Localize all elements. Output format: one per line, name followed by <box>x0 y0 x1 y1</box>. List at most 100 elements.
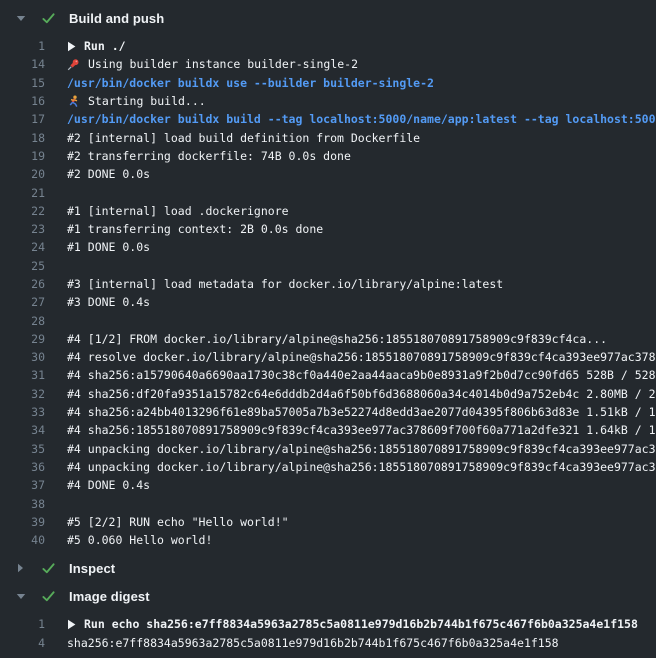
play-icon[interactable] <box>67 619 76 630</box>
log-text: #2 DONE 0.0s <box>67 167 150 181</box>
log-text-content: #3 DONE 0.4s <box>67 295 150 309</box>
section-title: Build and push <box>69 11 164 26</box>
line-number[interactable]: 26 <box>0 277 45 291</box>
line-number[interactable]: 31 <box>0 368 45 382</box>
line-number[interactable]: 23 <box>0 222 45 236</box>
log-text: #1 [internal] load .dockerignore <box>67 204 289 218</box>
log-text-content: #1 transferring context: 2B 0.0s done <box>67 222 323 236</box>
log-text: /usr/bin/docker buildx build --tag local… <box>67 112 656 126</box>
log-line: 40 #5 0.060 Hello world! <box>0 531 656 549</box>
line-number[interactable]: 1 <box>0 617 45 631</box>
log-text-content: #4 DONE 0.4s <box>67 478 150 492</box>
log-line: 1 Run echo sha256:e7ff8834a5963a2785c5a08… <box>0 615 656 633</box>
chevron-down-icon[interactable] <box>15 15 26 22</box>
workflow-log-viewer: Build and push1Run ./14Using builder ins… <box>0 0 656 658</box>
play-icon[interactable] <box>67 41 76 52</box>
log-text-content: #1 DONE 0.0s <box>67 240 150 254</box>
line-number[interactable]: 21 <box>0 186 45 200</box>
log-text: #4 sha256:df20fa9351a15782c64e6dddb2d4a6… <box>67 387 656 401</box>
log-text-content: Run echo sha256:e7ff8834a5963a2785c5a081… <box>84 617 638 631</box>
log-text: #1 transferring context: 2B 0.0s done <box>67 222 323 236</box>
log-line: 16 Starting build... <box>0 92 656 110</box>
line-number[interactable]: 18 <box>0 131 45 145</box>
log-line: 14 Using builder instance builder-single-… <box>0 55 656 73</box>
log-line: 27 #3 DONE 0.4s <box>0 293 656 311</box>
log-text: #4 unpacking docker.io/library/alpine@sh… <box>67 460 656 474</box>
line-number[interactable]: 29 <box>0 332 45 346</box>
log-text-content: #2 DONE 0.0s <box>67 167 150 181</box>
log-text-content: #4 unpacking docker.io/library/alpine@sh… <box>67 442 656 456</box>
log-text-content: #4 unpacking docker.io/library/alpine@sh… <box>67 460 656 474</box>
line-number[interactable]: 34 <box>0 423 45 437</box>
log-text-content: #1 [internal] load .dockerignore <box>67 204 289 218</box>
log-line: 15/usr/bin/docker buildx use --builder b… <box>0 74 656 92</box>
log-line: 22 #1 [internal] load .dockerignore <box>0 202 656 220</box>
line-number[interactable]: 40 <box>0 533 45 547</box>
line-number[interactable]: 25 <box>0 259 45 273</box>
line-number[interactable]: 39 <box>0 515 45 529</box>
section-header-image-digest[interactable]: Image digest <box>0 582 656 610</box>
log-text-content: #4 [1/2] FROM docker.io/library/alpine@s… <box>67 332 607 346</box>
line-number[interactable]: 17 <box>0 112 45 126</box>
log-line: 23 #1 transferring context: 2B 0.0s done <box>0 220 656 238</box>
log-text-content: #3 [internal] load metadata for docker.i… <box>67 277 503 291</box>
section-header-build-and-push[interactable]: Build and push <box>0 4 656 32</box>
log-line: 19 #2 transferring dockerfile: 74B 0.0s d… <box>0 147 656 165</box>
line-number[interactable]: 20 <box>0 167 45 181</box>
log-line: 1 Run ./ <box>0 37 656 55</box>
section-header-inspect[interactable]: Inspect <box>0 554 656 582</box>
log-text-content: #5 [2/2] RUN echo "Hello world!" <box>67 515 289 529</box>
log-text: Using builder instance builder-single-2 <box>67 57 358 71</box>
line-number[interactable]: 36 <box>0 460 45 474</box>
log-text: /usr/bin/docker buildx use --builder bui… <box>67 76 434 90</box>
log-text: #5 [2/2] RUN echo "Hello world!" <box>67 515 289 529</box>
log-text-content: #5 0.060 Hello world! <box>67 533 212 547</box>
line-number[interactable]: 30 <box>0 350 45 364</box>
line-number[interactable]: 15 <box>0 76 45 90</box>
section-title: Inspect <box>69 561 115 576</box>
log-text: #4 sha256:a15790640a6690aa1730c38cf0a440… <box>67 368 656 382</box>
log-text: #4 [1/2] FROM docker.io/library/alpine@s… <box>67 332 607 346</box>
line-number[interactable]: 28 <box>0 314 45 328</box>
section-title: Image digest <box>69 589 150 604</box>
log-line: 30 #4 resolve docker.io/library/alpine@sh… <box>0 348 656 366</box>
check-success-icon <box>41 561 56 576</box>
log-line: 32 #4 sha256:df20fa9351a15782c64e6dddb2d4… <box>0 385 656 403</box>
log-line: 18#2 [internal] load build definition fr… <box>0 128 656 146</box>
log-line: 34 #4 sha256:185518070891758909c9f839cf4c… <box>0 421 656 439</box>
log-line: 17/usr/bin/docker buildx build --tag loc… <box>0 110 656 128</box>
chevron-down-icon[interactable] <box>15 593 26 600</box>
line-number[interactable]: 35 <box>0 442 45 456</box>
log-text: Starting build... <box>67 94 206 108</box>
line-number[interactable]: 24 <box>0 240 45 254</box>
log-text-content: #4 sha256:a24bb4013296f61e89ba57005a7b3e… <box>67 405 656 419</box>
log-line: 25 <box>0 257 656 275</box>
log-text-content: #2 transferring dockerfile: 74B 0.0s don… <box>67 149 351 163</box>
line-number[interactable]: 16 <box>0 94 45 108</box>
log-text-content: Run ./ <box>84 39 126 53</box>
line-number[interactable]: 4 <box>0 636 45 650</box>
log-text-content: /usr/bin/docker buildx build --tag local… <box>67 112 656 126</box>
line-number[interactable]: 33 <box>0 405 45 419</box>
log-text: sha256:e7ff8834a5963a2785c5a0811e979d16b… <box>67 636 559 650</box>
line-number[interactable]: 19 <box>0 149 45 163</box>
log-text: #3 DONE 0.4s <box>67 295 150 309</box>
log-line: 35 #4 unpacking docker.io/library/alpine@… <box>0 440 656 458</box>
line-number[interactable]: 37 <box>0 478 45 492</box>
log-text: #4 sha256:185518070891758909c9f839cf4ca3… <box>67 423 656 437</box>
line-number[interactable]: 14 <box>0 57 45 71</box>
line-number[interactable]: 1 <box>0 39 45 53</box>
section-body-build-and-push: 1 Run ./ 14 Using builder instance builder-… <box>0 32 656 554</box>
line-number[interactable]: 22 <box>0 204 45 218</box>
log-text: Run ./ <box>67 39 126 53</box>
chevron-right-icon[interactable] <box>15 563 26 573</box>
line-number[interactable]: 32 <box>0 387 45 401</box>
log-line: 37 #4 DONE 0.4s <box>0 476 656 494</box>
line-number[interactable]: 27 <box>0 295 45 309</box>
log-text-content: #4 resolve docker.io/library/alpine@sha2… <box>67 350 656 364</box>
log-line: 31 #4 sha256:a15790640a6690aa1730c38cf0a4… <box>0 366 656 384</box>
log-line: 28 <box>0 311 656 329</box>
check-success-icon <box>41 589 56 604</box>
log-text: #4 sha256:a24bb4013296f61e89ba57005a7b3e… <box>67 405 656 419</box>
line-number[interactable]: 38 <box>0 497 45 511</box>
